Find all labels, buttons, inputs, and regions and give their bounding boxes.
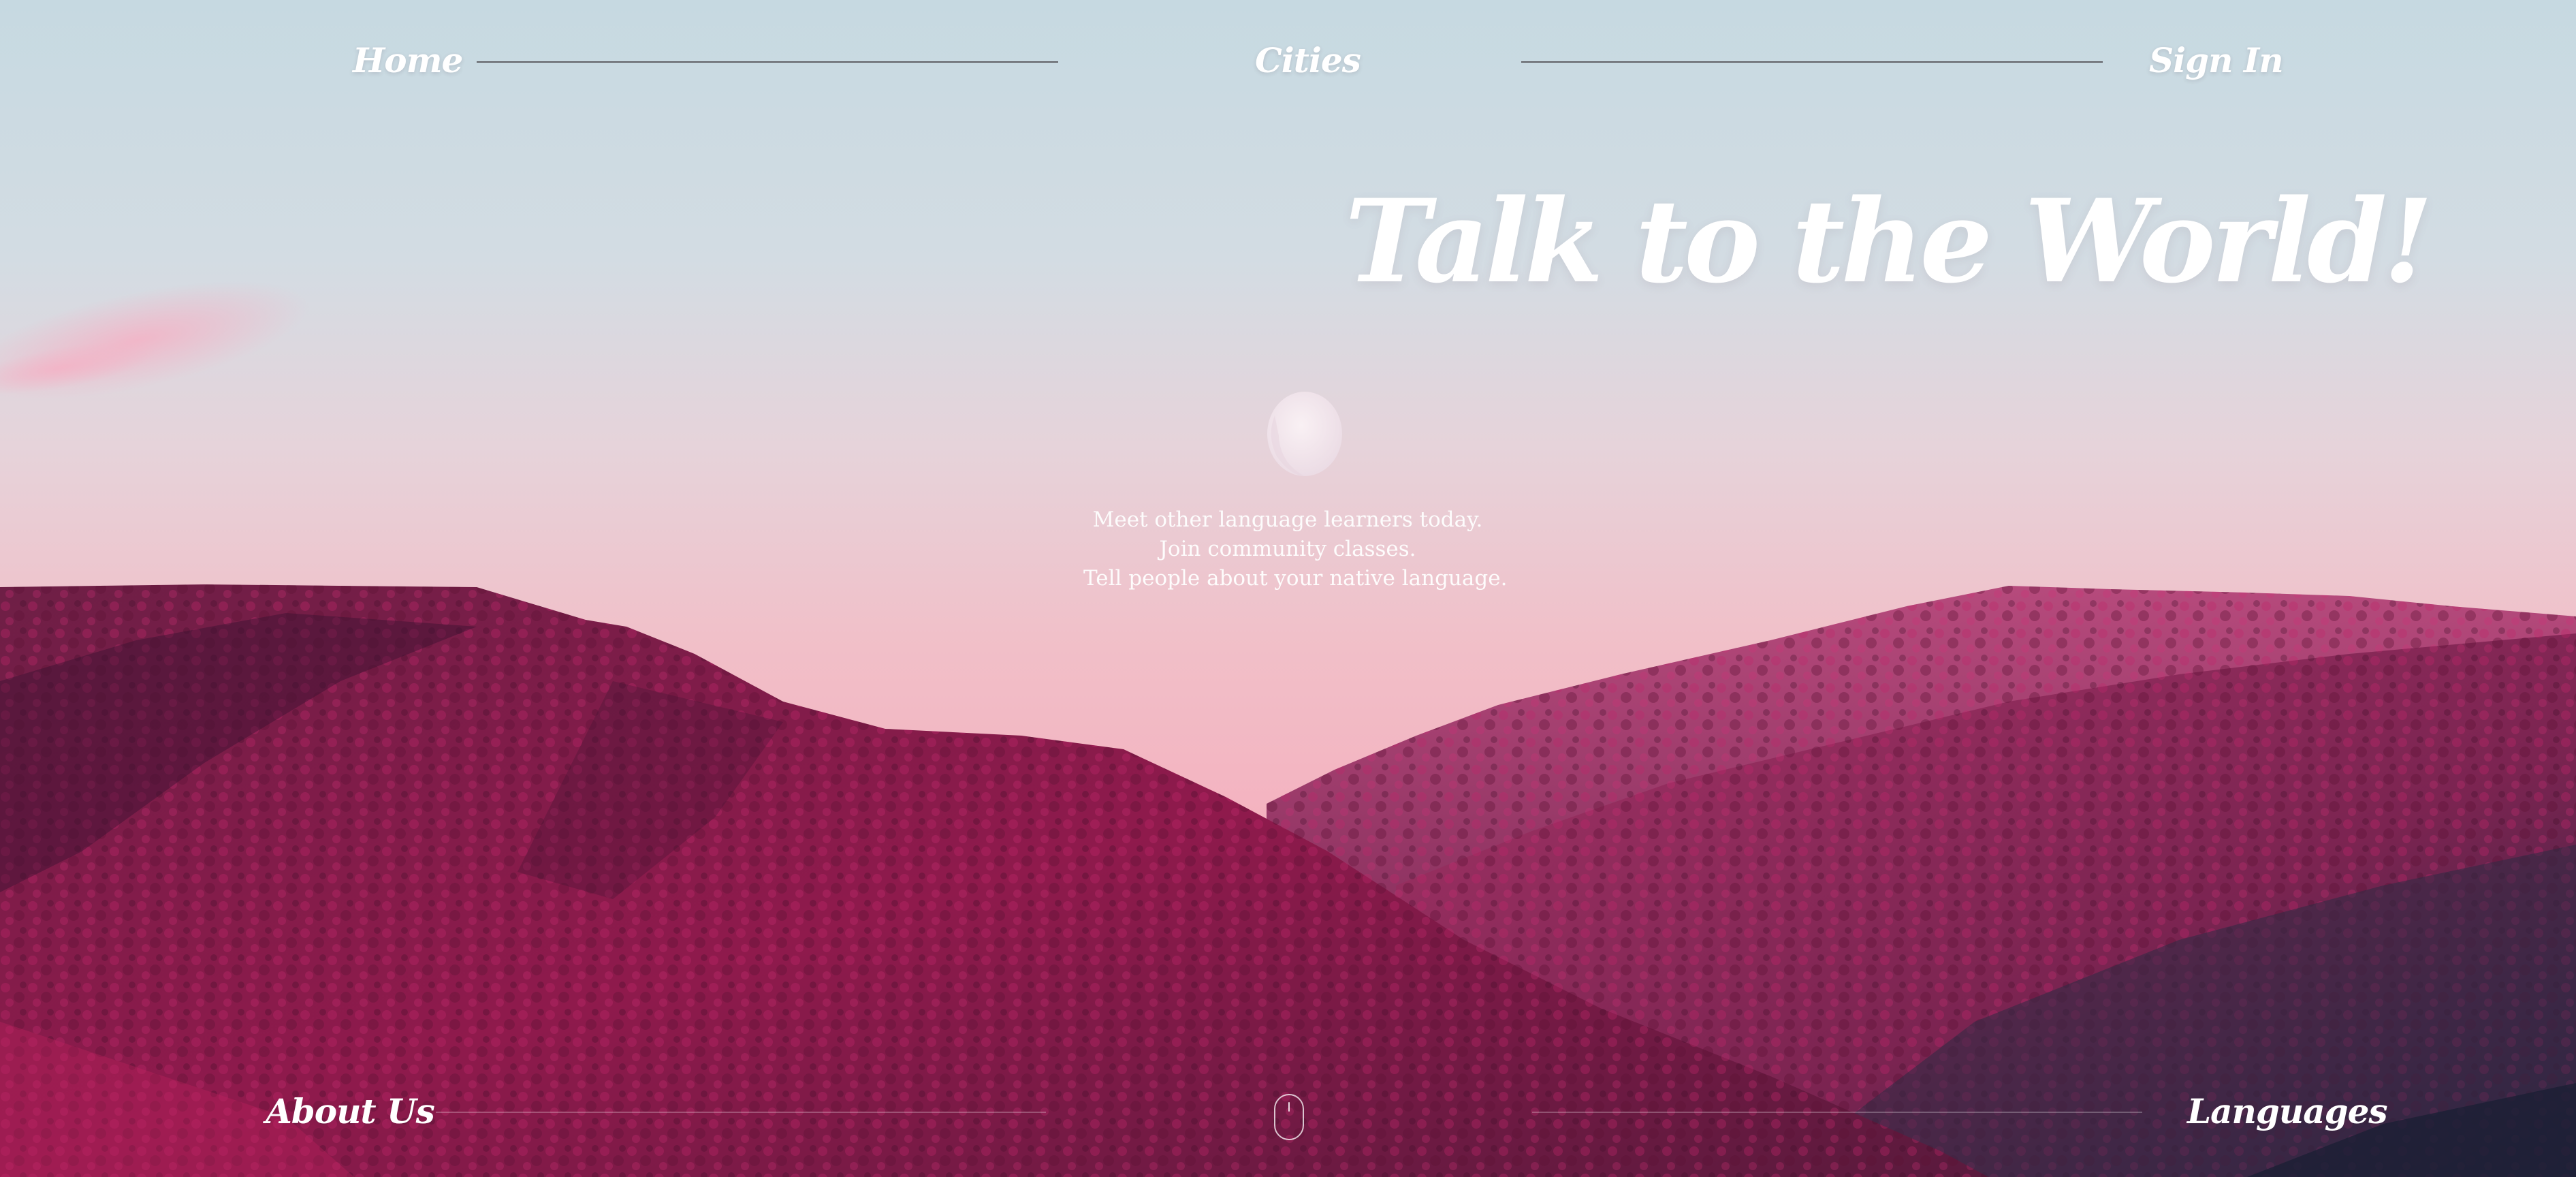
nav-home-link[interactable]: Home xyxy=(353,44,463,78)
nav-sign-in-link[interactable]: Sign In xyxy=(2149,44,2284,78)
nav-about-us-link[interactable]: About Us xyxy=(266,1095,435,1129)
footer-divider-left xyxy=(436,1112,1046,1113)
moon-illustration xyxy=(1267,392,1342,476)
hero-title: Talk to the World! xyxy=(1345,174,2433,309)
tagline-line: Join community classes. xyxy=(1159,537,1416,561)
hero-tagline: Meet other language learners today. Join… xyxy=(1083,505,1508,593)
tagline-line: Meet other language learners today. xyxy=(1092,507,1483,532)
nav-cities-link[interactable]: Cities xyxy=(1255,44,1361,78)
nav-divider-left xyxy=(477,61,1058,63)
scroll-down-mouse-icon[interactable] xyxy=(1274,1094,1304,1140)
mouse-wheel-icon xyxy=(1288,1102,1290,1112)
nav-languages-link[interactable]: Languages xyxy=(2187,1095,2388,1129)
nav-divider-right xyxy=(1521,61,2103,63)
footer-divider-right xyxy=(1532,1112,2142,1113)
tagline-line: Tell people about your native language. xyxy=(1083,566,1508,591)
